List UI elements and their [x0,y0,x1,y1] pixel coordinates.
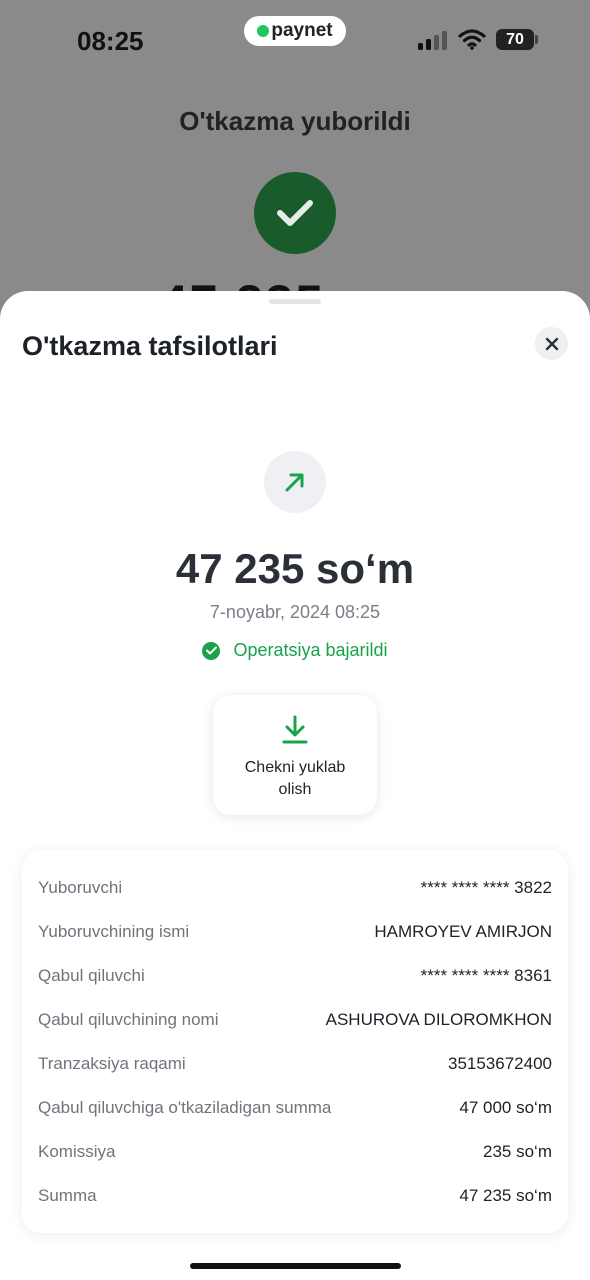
detail-value: **** **** **** 8361 [420,966,552,985]
detail-value: **** **** **** 3822 [420,878,552,897]
brand-pill: paynet [244,16,346,46]
check-icon [254,172,336,254]
brand-dot-icon [257,25,270,37]
battery-icon: 70 [496,29,534,50]
battery-tip [535,35,538,44]
detail-label: Qabul qiluvchining nomi [38,1010,219,1029]
detail-row-sender: Yuboruvchi **** **** **** 3822 [22,866,568,910]
success-check-icon [202,641,221,660]
background-screen: 08:25 paynet 70 O'tkazma yuborildi 47 23… [0,0,590,330]
detail-row-total: Summa 47 235 so‘m [22,1174,568,1218]
detail-row-commission: Komissiya 235 so‘m [22,1130,568,1174]
arrow-up-right-icon [285,473,304,492]
download-receipt-button[interactable]: Chekni yuklab olish [213,695,377,815]
status-time: 08:25 [77,26,144,56]
detail-label: Qabul qiluvchiga o'tkaziladigan summa [38,1098,332,1117]
detail-label: Komissiya [38,1142,116,1161]
detail-label: Yuboruvchining ismi [38,922,190,941]
home-indicator[interactable] [190,1263,401,1269]
sheet-title: O'tkazma tafsilotlari [22,331,278,361]
outgoing-transfer-icon [264,451,326,513]
detail-value: ASHUROVA DILOROMKHON [325,1010,552,1029]
status-bar: 08:25 paynet 70 [0,0,590,80]
battery-level: 70 [506,30,524,48]
detail-value: HAMROYEV AMIRJON [374,922,552,941]
detail-value: 47 235 so‘m [459,1186,552,1205]
transfer-details-sheet: O'tkazma tafsilotlari 47 235 so‘m 7-noya… [0,291,590,1280]
brand-name: paynet [271,20,333,41]
signal-icon [418,31,447,50]
detail-label: Qabul qiluvchi [38,966,145,985]
wifi-icon [458,29,486,50]
detail-row-transaction-id: Tranzaksiya raqami 35153672400 [22,1042,568,1086]
detail-value: 47 000 so‘m [459,1098,552,1117]
download-icon [282,715,308,744]
close-icon [545,337,558,350]
operation-status: Operatsiya bajarildi [0,640,590,661]
details-card: Yuboruvchi **** **** **** 3822 Yuboruvch… [22,850,568,1233]
detail-label: Tranzaksiya raqami [38,1054,186,1073]
detail-row-transferred-amount: Qabul qiluvchiga o'tkaziladigan summa 47… [22,1086,568,1130]
close-button[interactable] [535,327,568,360]
download-receipt-label: Chekni yuklab olish [244,759,346,798]
transfer-datetime: 7-noyabr, 2024 08:25 [209,602,381,622]
transfer-amount: 47 235 so‘m [175,545,415,592]
detail-row-recipient-name: Qabul qiluvchining nomi ASHUROVA DILOROM… [22,998,568,1042]
detail-row-sender-name: Yuboruvchining ismi HAMROYEV AMIRJON [22,910,568,954]
detail-label: Summa [38,1186,97,1205]
sheet-drag-handle[interactable] [269,299,321,304]
detail-row-recipient: Qabul qiluvchi **** **** **** 8361 [22,954,568,998]
detail-value: 235 so‘m [483,1142,552,1161]
status-text: Operatsiya bajarildi [233,640,388,660]
detail-value: 35153672400 [447,1054,552,1073]
background-title: O'tkazma yuborildi [179,106,411,136]
detail-label: Yuboruvchi [38,878,123,897]
